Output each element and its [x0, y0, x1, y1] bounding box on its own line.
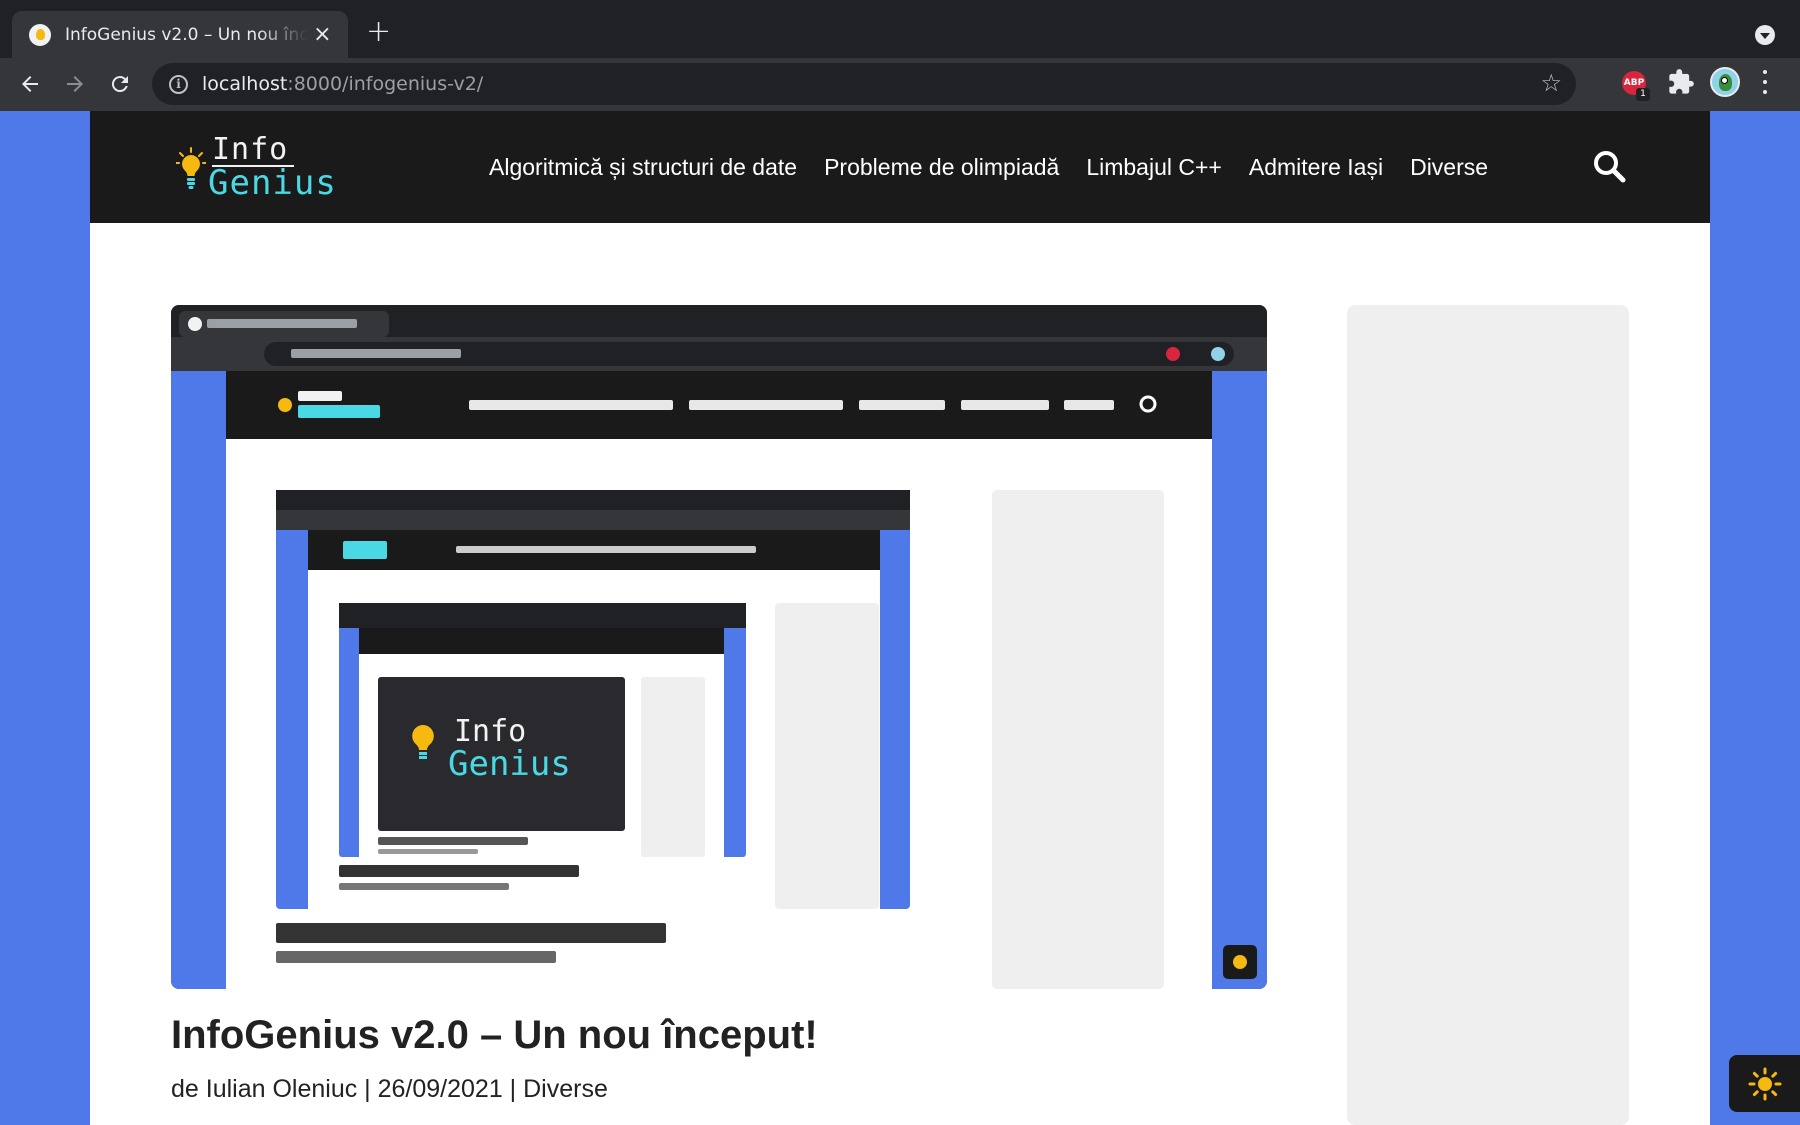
- tab-search-icon[interactable]: [1755, 25, 1775, 45]
- svg-text:Genius: Genius: [448, 744, 571, 784]
- browser-tab[interactable]: InfoGenius v2.0 – Un nou început! ×: [12, 11, 348, 58]
- nav-item-diverse[interactable]: Diverse: [1410, 154, 1488, 181]
- web-page: Info Genius Algoritmică și structuri de …: [90, 111, 1710, 1125]
- main-navigation: Algoritmică și structuri de date Problem…: [489, 111, 1515, 223]
- close-tab-icon[interactable]: ×: [311, 23, 334, 46]
- sun-icon: [1748, 1067, 1781, 1100]
- site-header: Info Genius Algoritmică și structuri de …: [90, 111, 1710, 223]
- site-info-icon[interactable]: i: [169, 74, 188, 94]
- url-text: localhost:8000/infogenius-v2/: [202, 73, 484, 95]
- post-meta: de Iulian Oleniuc | 26/09/2021 | Diverse: [171, 1075, 608, 1103]
- logo-text-genius: Genius: [208, 163, 337, 203]
- lightbulb-favicon-icon: [29, 23, 51, 46]
- lightbulb-icon: [176, 147, 206, 189]
- nav-item-limbajul-cpp[interactable]: Limbajul C++: [1086, 154, 1222, 181]
- browser-menu-icon[interactable]: [1762, 70, 1768, 94]
- recursive-screenshot-image: Info Genius: [171, 305, 1267, 989]
- forward-arrow-icon[interactable]: [58, 67, 92, 101]
- theme-toggle-button[interactable]: [1729, 1055, 1800, 1112]
- browser-toolbar: i localhost:8000/infogenius-v2/ ☆ ABP 1: [0, 58, 1800, 111]
- bookmark-star-icon[interactable]: ☆: [1540, 71, 1562, 95]
- address-bar[interactable]: i localhost:8000/infogenius-v2/ ☆: [152, 63, 1576, 105]
- nav-item-probleme-olimpiada[interactable]: Probleme de olimpiadă: [824, 154, 1059, 181]
- logo-text-info: Info: [212, 132, 295, 167]
- nav-item-admitere-iasi[interactable]: Admitere Iași: [1249, 154, 1383, 181]
- new-tab-icon[interactable]: +: [366, 17, 391, 47]
- browser-tabstrip: InfoGenius v2.0 – Un nou început! × +: [0, 0, 1800, 58]
- search-icon[interactable]: [1592, 149, 1626, 183]
- tab-title: InfoGenius v2.0 – Un nou început!: [65, 24, 307, 45]
- extensions-puzzle-icon[interactable]: [1667, 68, 1695, 96]
- reload-icon[interactable]: [103, 67, 137, 101]
- back-arrow-icon[interactable]: [13, 67, 47, 101]
- nav-item-algoritmica[interactable]: Algoritmică și structuri de date: [489, 154, 797, 181]
- post-title[interactable]: InfoGenius v2.0 – Un nou început!: [171, 1013, 818, 1058]
- featured-image[interactable]: Info Genius: [171, 305, 1267, 989]
- sidebar-placeholder: [1347, 305, 1629, 1125]
- profile-avatar[interactable]: [1710, 67, 1740, 97]
- adblock-badge: 1: [1636, 88, 1650, 101]
- site-logo[interactable]: Info Genius: [170, 132, 370, 203]
